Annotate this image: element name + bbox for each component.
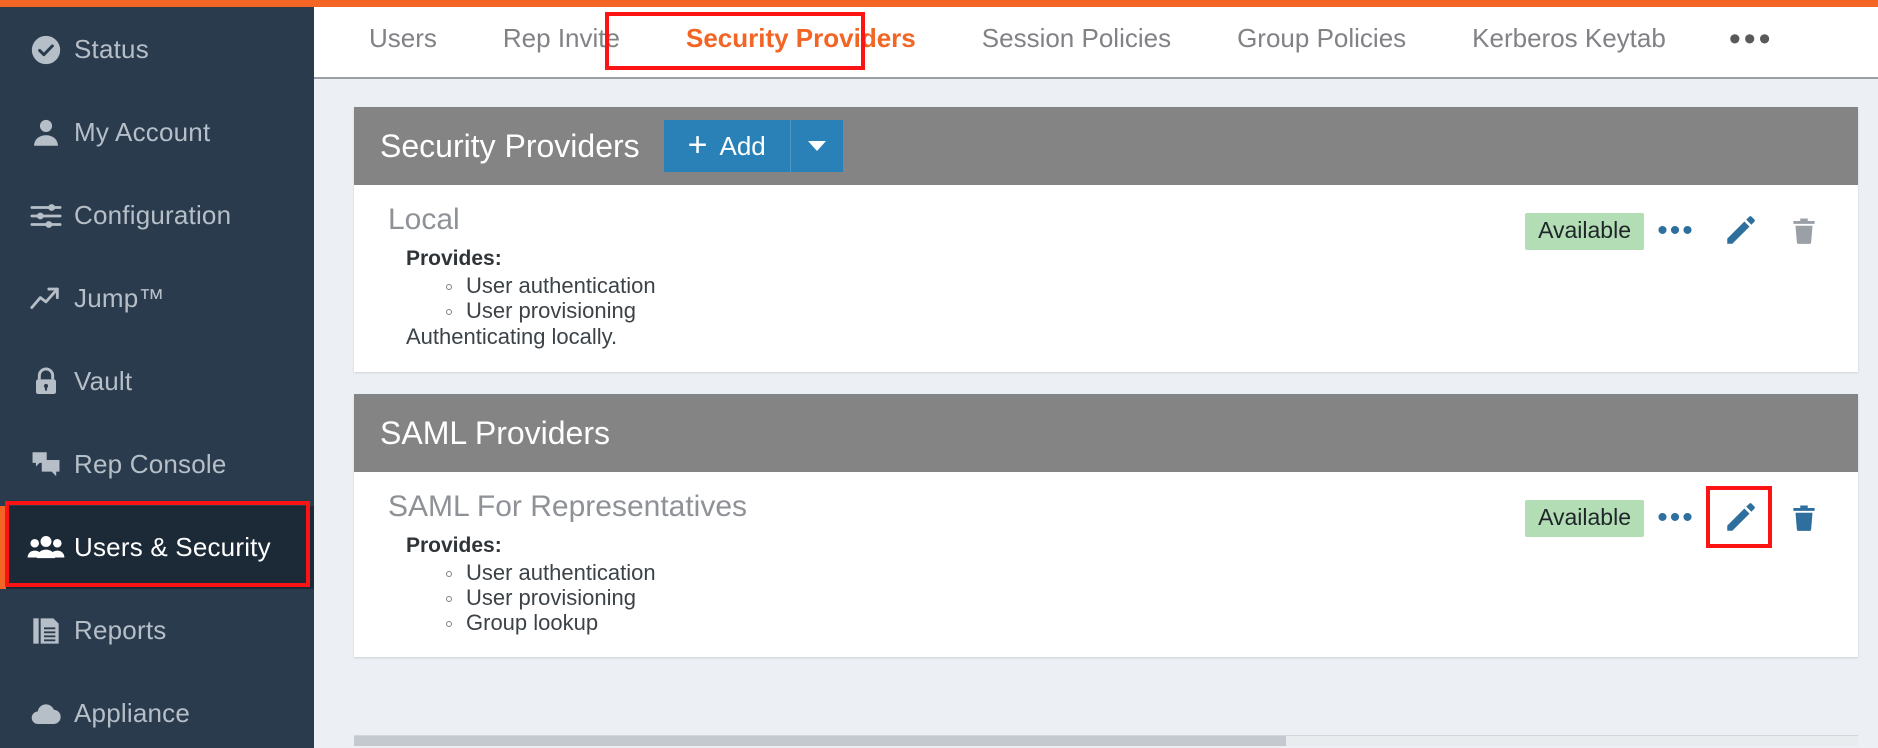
tab-users[interactable]: Users [336, 0, 470, 78]
lock-icon [18, 366, 74, 398]
horizontal-scrollbar[interactable] [354, 735, 1858, 746]
add-dropdown-button[interactable] [790, 120, 843, 172]
chevron-down-icon [807, 141, 826, 151]
chat-bubbles-icon [18, 448, 74, 482]
sliders-icon [18, 199, 74, 233]
sidebar-item-label: Jump™ [74, 283, 165, 313]
top-accent-bar [314, 0, 1878, 7]
add-button-label: Add [719, 130, 766, 161]
report-document-icon [18, 615, 74, 647]
row-actions: Available ••• [1525, 207, 1836, 255]
tab-kerberos-keytab[interactable]: Kerberos Keytab [1439, 0, 1699, 78]
more-options-dots: ••• [1657, 214, 1695, 247]
trend-arrow-icon [18, 282, 74, 316]
list-item: User authentication [444, 273, 1832, 299]
provider-note: Authenticating locally. [406, 324, 618, 350]
more-options-icon[interactable]: ••• [1644, 207, 1708, 255]
edit-pencil-icon[interactable] [1708, 207, 1772, 255]
tab-security-providers[interactable]: Security Providers [653, 0, 949, 78]
tab-rep-invite[interactable]: Rep Invite [470, 0, 653, 78]
sidebar-item-jump[interactable]: Jump™ [0, 257, 314, 340]
list-item: User provisioning [444, 585, 1832, 611]
tab-overflow-icon[interactable]: ••• [1699, 9, 1804, 69]
sidebar-top-accent-bar [0, 0, 314, 7]
sidebar-item-rep-console[interactable]: Rep Console [0, 423, 314, 506]
panel-header: Security Providers + Add [354, 107, 1858, 185]
status-badge: Available [1525, 499, 1644, 537]
sidebar-item-configuration[interactable]: Configuration [0, 174, 314, 257]
provides-list: User authentication User provisioning Gr… [444, 561, 1832, 635]
sidebar-item-label: Reports [74, 615, 167, 645]
tab-bar: Users Rep Invite Security Providers Sess… [314, 0, 1878, 79]
plus-icon: + [687, 125, 708, 164]
person-icon [18, 116, 74, 150]
delete-trash-icon[interactable] [1772, 494, 1836, 542]
sidebar-item-label: Appliance [74, 698, 190, 728]
sidebar-item-reports[interactable]: Reports [0, 589, 314, 672]
main-area: Users Rep Invite Security Providers Sess… [314, 0, 1878, 748]
delete-trash-icon[interactable] [1772, 207, 1836, 255]
panel-saml-providers: SAML Providers SAML For Representatives … [354, 394, 1858, 658]
status-badge: Available [1525, 212, 1644, 250]
users-group-icon [18, 532, 74, 564]
sidebar-item-status[interactable]: Status [0, 8, 314, 91]
sidebar-item-vault[interactable]: Vault [0, 340, 314, 423]
edit-pencil-icon[interactable] [1706, 486, 1772, 549]
active-accent-bar [0, 506, 6, 589]
scrollbar-thumb[interactable] [354, 736, 1287, 746]
provider-row-local: Local Provides: User authentication User… [354, 185, 1858, 372]
sidebar-item-label: Rep Console [74, 449, 227, 479]
sidebar-item-label: Status [74, 34, 149, 64]
content-area: Security Providers + Add Local Provides: [314, 79, 1878, 748]
more-options-dots: ••• [1657, 501, 1695, 535]
sidebar-item-label: Vault [74, 366, 133, 396]
sidebar-item-users-security[interactable]: Users & Security [0, 506, 314, 589]
sidebar-item-label: Users & Security [74, 532, 271, 562]
sidebar: Status My Account Configuration Jump™ Va… [0, 0, 314, 748]
app-root: Status My Account Configuration Jump™ Va… [0, 0, 1878, 748]
provider-row-saml-for-representatives: SAML For Representatives Provides: User … [354, 472, 1858, 657]
panel-header: SAML Providers [354, 394, 1858, 473]
row-actions: Available ••• [1525, 486, 1836, 549]
panel-title: Security Providers [380, 127, 640, 164]
panel-security-providers: Security Providers + Add Local Provides: [354, 107, 1858, 373]
provides-list: User authentication User provisioning [444, 273, 1832, 324]
tab-group-policies[interactable]: Group Policies [1204, 0, 1439, 78]
more-options-icon[interactable]: ••• [1644, 494, 1708, 542]
sidebar-item-my-account[interactable]: My Account [0, 91, 314, 174]
check-circle-icon [18, 33, 74, 67]
list-item: User authentication [444, 561, 1832, 586]
add-button-group: + Add [663, 120, 843, 172]
sidebar-item-label: Configuration [74, 200, 232, 230]
list-item: User provisioning [444, 298, 1832, 324]
add-button[interactable]: + Add [663, 120, 791, 172]
tab-session-policies[interactable]: Session Policies [949, 0, 1204, 78]
sidebar-item-label: My Account [74, 117, 211, 147]
sidebar-item-appliance[interactable]: Appliance [0, 672, 314, 748]
cloud-icon [18, 698, 74, 730]
list-item: Group lookup [444, 610, 1832, 636]
panel-title: SAML Providers [380, 414, 610, 451]
